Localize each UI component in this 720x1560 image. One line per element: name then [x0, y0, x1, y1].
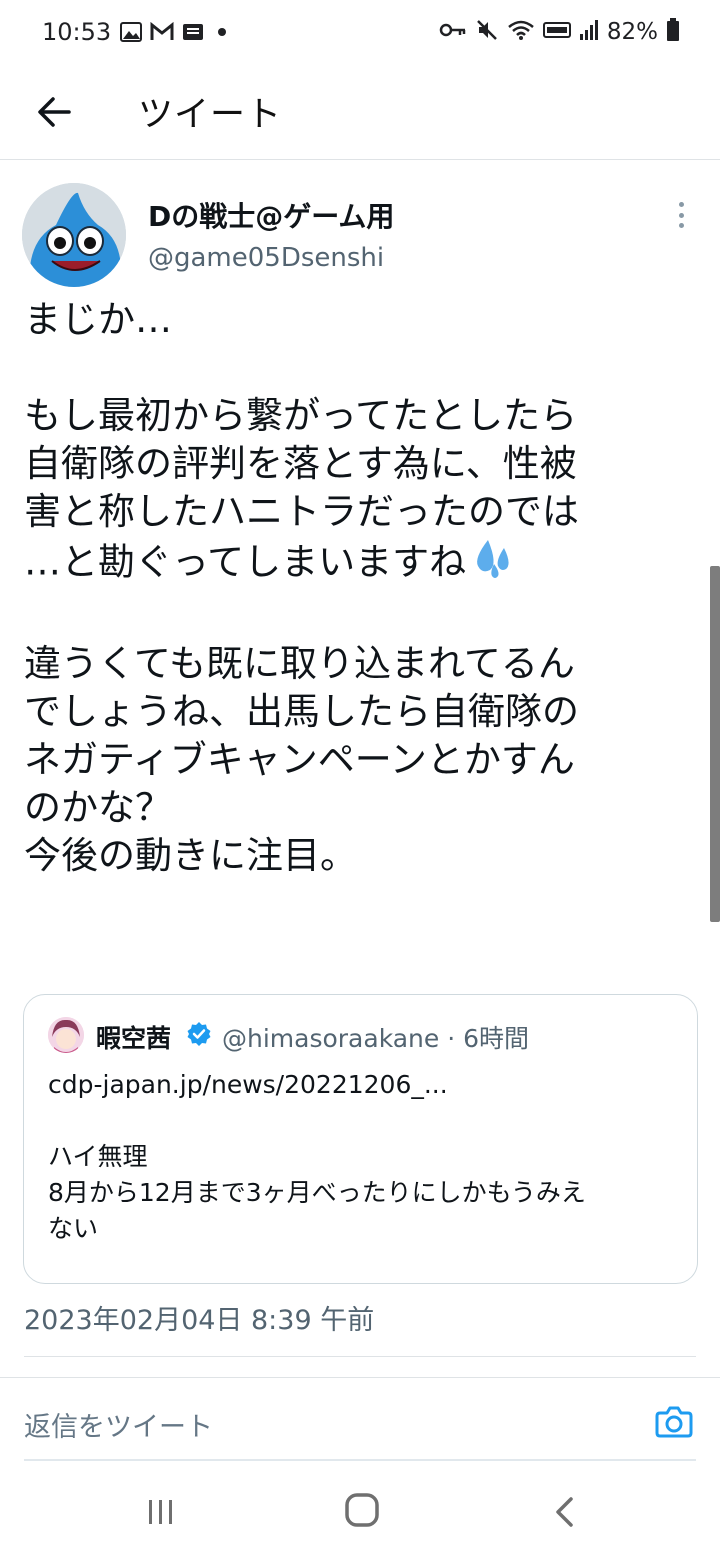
- back-button[interactable]: [30, 88, 78, 136]
- gallery-icon: [120, 22, 142, 46]
- quote-time-ago: 6時間: [463, 1024, 530, 1053]
- status-right: 82%: [439, 18, 680, 46]
- more-options-button[interactable]: [666, 198, 696, 232]
- quote-author-name: 暇空茜: [96, 1024, 172, 1053]
- quote-author-avatar: [48, 1017, 84, 1053]
- quote-separator: ·: [447, 1024, 456, 1053]
- recent-apps-icon: [149, 1500, 172, 1524]
- arrow-left-icon: [38, 97, 71, 127]
- author-avatar[interactable]: [22, 183, 126, 287]
- more-dot: [678, 223, 684, 228]
- quoted-tweet[interactable]: 暇空茜 @himasoraakane · 6時間 cdp-japan.jp/ne…: [23, 994, 698, 1284]
- divider: [0, 1377, 720, 1378]
- tweet-line: …と勘ぐってしまいますね: [24, 540, 467, 584]
- divider: [24, 1459, 696, 1461]
- sweat-droplets-icon: [468, 536, 516, 592]
- tweet-line: のかな？: [24, 786, 172, 829]
- gmail-icon: [150, 21, 174, 46]
- tweet-line: 違うくても既に取り込まれてるん: [24, 642, 575, 685]
- quote-meta: @himasoraakane · 6時間: [222, 1019, 529, 1055]
- more-dot: [678, 202, 684, 207]
- wifi-icon: [507, 19, 535, 45]
- system-nav-bar: [0, 1462, 720, 1560]
- tweet-line: まじか…: [24, 298, 172, 341]
- mute-icon: [475, 18, 499, 46]
- quote-line: ない: [48, 1214, 99, 1243]
- author-handle[interactable]: @game05Dsenshi: [148, 243, 384, 273]
- tweet-line: 自衛隊の評判を落とす為に、性被: [24, 442, 577, 485]
- status-time: 10:53: [42, 18, 112, 46]
- back-nav-button[interactable]: [552, 1496, 576, 1528]
- tweet-line-with-emoji: …と勘ぐってしまいますね: [24, 536, 694, 592]
- screen: 10:53 82% ツイート Dの戦士@ゲーム用 @game05Dsenshi …: [0, 0, 720, 1560]
- key-icon: [439, 21, 467, 43]
- more-dot: [678, 212, 684, 218]
- verified-badge-icon: [187, 1022, 211, 1046]
- recent-apps-button[interactable]: [146, 1498, 176, 1526]
- quote-body: cdp-japan.jp/news/20221206_... ハイ無理 8月から…: [48, 1067, 678, 1247]
- document-icon: [182, 22, 204, 46]
- anime-avatar-image: [48, 1017, 84, 1053]
- tweet-line: 害と称したハニトラだったのでは: [24, 490, 579, 533]
- tweet-line: でしょうね、出馬したら自衛隊の: [24, 690, 579, 733]
- quote-link[interactable]: cdp-japan.jp/news/20221206_...: [48, 1067, 678, 1103]
- tweet-line: もし最初から繋がってたとしたら: [24, 394, 578, 437]
- divider: [24, 1356, 696, 1357]
- author-name[interactable]: Dの戦士@ゲーム用: [148, 195, 394, 235]
- reply-input[interactable]: 返信をツイート: [24, 1405, 213, 1444]
- quote-line: ハイ無理: [48, 1142, 148, 1171]
- slime-avatar-image: [22, 183, 126, 287]
- battery-icon: [666, 18, 680, 46]
- quote-author-handle: @himasoraakane: [222, 1024, 440, 1053]
- battery-percent: 82%: [606, 19, 658, 45]
- dot-icon: [212, 22, 232, 46]
- header: ツイート: [0, 66, 720, 160]
- home-button[interactable]: [344, 1492, 380, 1528]
- tweet-text: まじか… もし最初から繋がってたとしたら 自衛隊の評判を落とす為に、性被 害と称…: [24, 296, 694, 880]
- tweet-line: 今後の動きに注目。: [24, 834, 357, 877]
- tweet-line: ネガティブキャンペーンとかすん: [24, 738, 575, 781]
- quote-line: 8月から12月まで3ヶ月べったりにしかもうみえ: [48, 1178, 586, 1207]
- volte-icon: [542, 21, 571, 43]
- scrollbar[interactable]: [710, 566, 720, 922]
- status-left-icons: [120, 21, 232, 46]
- home-icon: [345, 1493, 379, 1527]
- quote-blank-line: [48, 1103, 678, 1139]
- camera-button[interactable]: [654, 1402, 694, 1442]
- tweet-timestamp: 2023年02月04日 8:39 午前: [24, 1305, 375, 1336]
- status-bar: 10:53 82%: [0, 0, 720, 66]
- signal-icon: [579, 19, 599, 45]
- camera-icon: [655, 1406, 693, 1438]
- back-icon: [556, 1497, 573, 1527]
- page-title: ツイート: [138, 95, 283, 135]
